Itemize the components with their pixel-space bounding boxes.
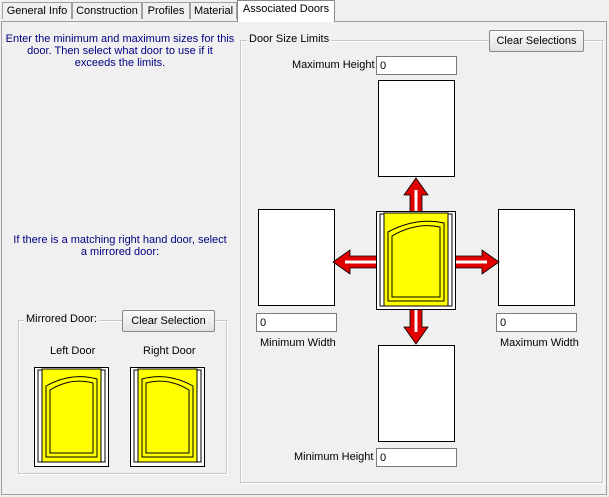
mirror-instructions-line1: If there is a matching right hand door, … xyxy=(13,234,227,246)
minimum-height-input[interactable] xyxy=(376,448,457,467)
right-arrow-icon xyxy=(453,249,500,275)
maximum-height-door-slot[interactable] xyxy=(378,80,455,177)
right-door-thumbnail[interactable] xyxy=(130,367,205,467)
clear-selection-button[interactable]: Clear Selection xyxy=(122,310,215,332)
tab-general-info[interactable]: General Info xyxy=(2,2,72,19)
size-instructions: Enter the minimum and maximum sizes for … xyxy=(4,33,236,69)
right-door-label: Right Door xyxy=(143,345,196,357)
maximum-height-label: Maximum Height xyxy=(292,59,375,71)
size-instructions-line2: door. Then select what door to use if it xyxy=(27,45,213,57)
mirror-instructions-line2: a mirrored door: xyxy=(80,246,160,258)
maximum-height-input[interactable] xyxy=(376,56,457,75)
down-arrow-icon xyxy=(403,308,429,345)
mirrored-door-group-label: Mirrored Door: xyxy=(24,313,99,325)
current-door-preview xyxy=(376,211,456,310)
tab-profiles[interactable]: Profiles xyxy=(142,2,190,19)
size-instructions-line3: exceeds the limits. xyxy=(74,57,166,69)
mirror-instructions: If there is a matching right hand door, … xyxy=(4,234,236,258)
left-door-thumbnail[interactable] xyxy=(34,367,109,467)
maximum-width-door-slot[interactable] xyxy=(498,209,575,306)
tab-construction[interactable]: Construction xyxy=(72,2,142,19)
door-size-limits-label: Door Size Limits xyxy=(247,33,332,45)
up-arrow-icon xyxy=(403,177,429,214)
minimum-width-label: Minimum Width xyxy=(260,337,336,349)
minimum-width-input[interactable] xyxy=(256,313,337,332)
minimum-width-door-slot[interactable] xyxy=(258,209,335,306)
left-door-label: Left Door xyxy=(50,345,96,357)
minimum-height-door-slot[interactable] xyxy=(378,345,455,442)
left-arrow-icon xyxy=(332,249,379,275)
maximum-width-input[interactable] xyxy=(496,313,577,332)
minimum-height-label: Minimum Height xyxy=(294,451,374,463)
tab-material[interactable]: Material xyxy=(190,2,237,19)
maximum-width-label: Maximum Width xyxy=(500,337,579,349)
clear-selections-button[interactable]: Clear Selections xyxy=(489,30,584,52)
tab-associated-doors[interactable]: Associated Doors xyxy=(237,0,335,22)
size-instructions-line1: Enter the minimum and maximum sizes for … xyxy=(5,33,235,45)
